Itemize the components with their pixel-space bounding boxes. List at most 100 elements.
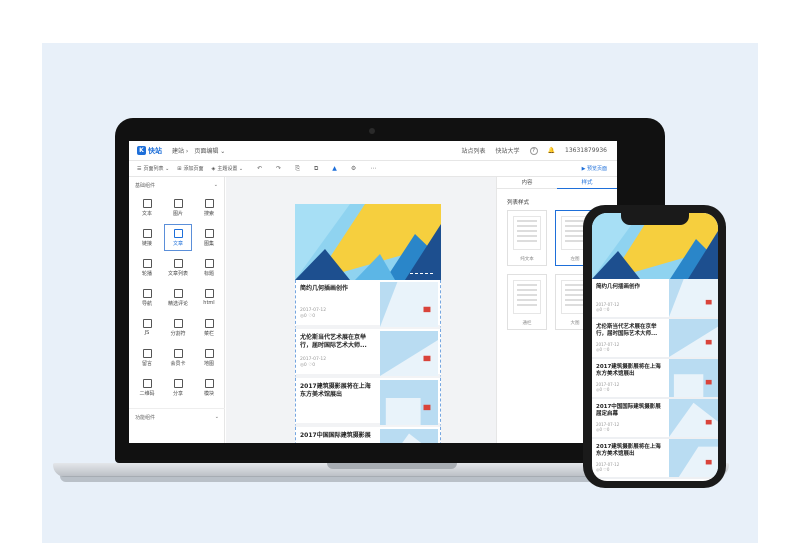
- article-stats: ◎0 ♡0: [596, 347, 610, 352]
- article-text: 简约几何插画创作 2017-07-12 ◎0 ♡0: [296, 280, 380, 325]
- tab-style[interactable]: 样式: [557, 177, 617, 189]
- article-meta: 2017-07-12 ◎0 ♡0: [596, 462, 665, 472]
- component-label: 标题: [203, 270, 214, 277]
- help-icon[interactable]: ?: [529, 146, 538, 155]
- component-item[interactable]: 分割符: [164, 314, 192, 341]
- basic-components-header[interactable]: 基础组件 ⌄: [129, 177, 224, 194]
- hero-banner[interactable]: [295, 204, 441, 280]
- add-page-label: 添加页面: [183, 166, 204, 172]
- page-list-label: 页面列表 ⌄: [143, 166, 170, 172]
- tab-content[interactable]: 内容: [497, 177, 557, 189]
- component-label: 二维码: [139, 390, 155, 397]
- component-label: 分享: [172, 390, 183, 397]
- component-icon: [173, 258, 183, 268]
- component-icon: [142, 198, 152, 208]
- component-item[interactable]: 模块: [195, 374, 223, 401]
- breadcrumb-site[interactable]: 建站 ›: [172, 146, 188, 155]
- article-thumbnail: [669, 319, 718, 357]
- component-item[interactable]: JS: [133, 314, 161, 341]
- share-icon[interactable]: ⋯: [370, 165, 376, 173]
- component-icon: [142, 288, 152, 298]
- component-icon: [173, 378, 183, 388]
- bell-icon[interactable]: 🔔: [548, 147, 555, 154]
- article-title: 简约几何插画创作: [300, 285, 349, 292]
- component-item[interactable]: 标题: [195, 254, 223, 281]
- breadcrumb: 建站 › 页面编辑 ⌄: [172, 146, 225, 155]
- redo-icon[interactable]: ↷: [276, 165, 281, 173]
- component-item[interactable]: 分享: [164, 374, 192, 401]
- canvas-page: 简约几何插画创作 2017-07-12 ◎0 ♡0 尤伦斯当代艺术展在京举行，届时国际…: [295, 204, 441, 443]
- logo-text: 快站: [148, 146, 162, 155]
- component-label: 模块: [203, 390, 214, 397]
- article-meta: 2017-07-12 ◎0 ♡0: [596, 422, 665, 432]
- undo-icon[interactable]: ↶: [257, 165, 262, 173]
- article-thumbnail-image: [669, 399, 718, 437]
- article-text: 简约几何插画创作 2017-07-12 ◎0 ♡0: [592, 279, 669, 317]
- list-style-option[interactable]: 通栏: [507, 274, 547, 330]
- list-item[interactable]: 2017建筑摄影展将在上海东方美术馆展出: [295, 378, 441, 427]
- component-icon: [173, 348, 183, 358]
- article-thumbnail-image: [669, 319, 718, 357]
- article-thumbnail: [669, 359, 718, 397]
- layers-icon[interactable]: ⧉: [314, 165, 318, 173]
- settings-icon[interactable]: ⚙: [351, 165, 356, 173]
- university-link[interactable]: 快站大学: [496, 146, 520, 155]
- app-logo[interactable]: K 快站: [137, 146, 162, 156]
- component-item[interactable]: 会员卡: [164, 344, 192, 371]
- article-stats: ◎0 ♡0: [300, 314, 316, 319]
- component-item[interactable]: 留言: [133, 344, 161, 371]
- component-item[interactable]: 导航: [133, 284, 161, 311]
- component-item[interactable]: 图片: [164, 194, 192, 221]
- add-page-button[interactable]: ⊞ 添加页面: [177, 165, 204, 173]
- component-item[interactable]: 精选评论: [164, 284, 192, 311]
- logo-icon: K: [137, 146, 146, 155]
- component-item[interactable]: 链接: [133, 224, 161, 251]
- component-item[interactable]: 地图: [195, 344, 223, 371]
- component-panel: 基础组件 ⌄ 文本 图片 搜索 链接 文章 图集 轮播 文章列表 标题 导航 精选评论 html JS 分…: [129, 177, 225, 443]
- component-icon: [204, 318, 214, 328]
- article-list: 简约几何插画创作 2017-07-12 ◎0 ♡0 尤伦斯当代艺术展在京举行，届时国际…: [295, 280, 441, 443]
- component-item[interactable]: html: [195, 284, 223, 311]
- article-meta: 2017-07-12 ◎0 ♡0: [300, 308, 376, 320]
- feature-components-header[interactable]: 功能组件 ⌄: [129, 409, 225, 426]
- component-item[interactable]: 文本: [133, 194, 161, 221]
- article-text: 2017建筑摄影展将在上海东方美术馆展出: [296, 378, 380, 423]
- page-list-button[interactable]: ☰ 页面列表 ⌄: [137, 165, 170, 173]
- theme-button[interactable]: ◈ 主题设置 ⌄: [211, 165, 244, 173]
- preview-button[interactable]: ▶ 预览页面: [582, 165, 607, 172]
- component-icon: [142, 319, 152, 328]
- list-item[interactable]: 尤伦斯当代艺术展在京举行，届时国际艺术大师... 2017-07-12 ◎0 ♡0: [295, 329, 441, 378]
- upload-icon[interactable]: ▲: [332, 165, 337, 173]
- list-item[interactable]: 2017中国国际建筑摄影展: [295, 427, 441, 443]
- article-meta: 2017-07-12 ◎0 ♡0: [596, 382, 665, 392]
- list-item[interactable]: 简约几何插画创作 2017-07-12 ◎0 ♡0: [592, 279, 718, 319]
- article-thumbnail: [669, 439, 718, 477]
- component-label: html: [203, 300, 215, 306]
- component-label: 留言: [141, 360, 152, 367]
- component-item[interactable]: 文章: [164, 224, 192, 251]
- component-item[interactable]: 搜索: [195, 194, 223, 221]
- theme-label: 主题设置 ⌄: [217, 166, 244, 172]
- list-item[interactable]: 尤伦斯当代艺术展在京举行，届时国际艺术大师... 2017-07-12 ◎0 ♡0: [592, 319, 718, 359]
- component-item[interactable]: 轮播: [133, 254, 161, 281]
- palette-icon: ◈: [211, 165, 216, 172]
- list-item[interactable]: 简约几何插画创作 2017-07-12 ◎0 ♡0: [295, 280, 441, 329]
- component-item[interactable]: 图集: [195, 224, 223, 251]
- component-item[interactable]: 文章列表: [164, 254, 192, 281]
- component-item[interactable]: 菜栏: [195, 314, 223, 341]
- component-item[interactable]: 二维码: [133, 374, 161, 401]
- article-thumbnail: [380, 429, 438, 443]
- list-item[interactable]: 2017中国国际建筑摄影展届定启幕 2017-07-12 ◎0 ♡0: [592, 399, 718, 439]
- user-phone[interactable]: 13631879936: [565, 147, 607, 154]
- article-meta: 2017-07-12 ◎0 ♡0: [596, 342, 665, 352]
- site-list-link[interactable]: 站点列表: [461, 146, 485, 155]
- article-thumbnail: [380, 380, 438, 425]
- component-icon: [204, 198, 214, 208]
- carousel-dots[interactable]: [410, 272, 433, 274]
- list-item[interactable]: 2017建筑摄影展将在上海东方美术馆展出 2017-07-12 ◎0 ♡0: [592, 359, 718, 399]
- list-style-option[interactable]: 纯文本: [507, 210, 547, 266]
- list-item[interactable]: 2017建筑摄影展将在上海东方美术馆展出 2017-07-12 ◎0 ♡0: [592, 439, 718, 479]
- component-label: 链接: [141, 240, 152, 247]
- breadcrumb-page-edit[interactable]: 页面编辑 ⌄: [194, 146, 225, 155]
- copy-icon[interactable]: ⎘: [295, 165, 300, 173]
